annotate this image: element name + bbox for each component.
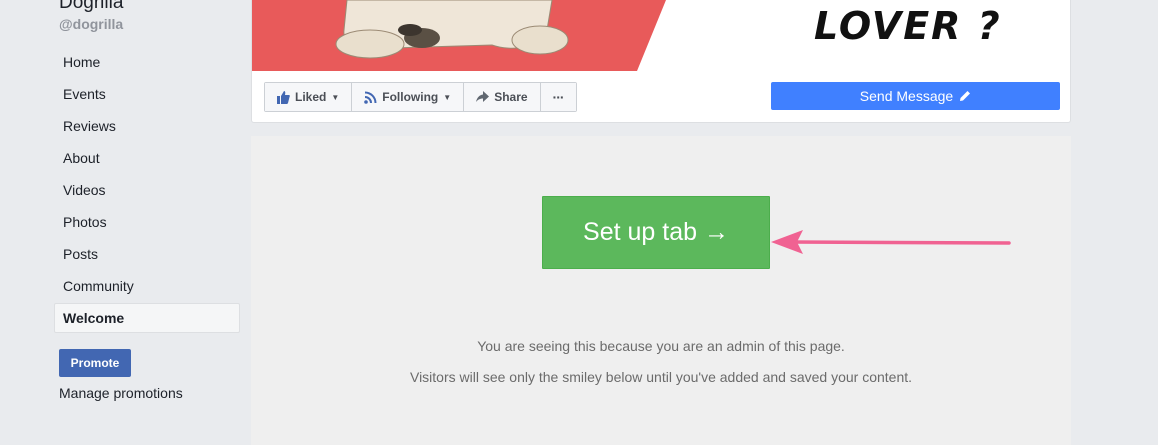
page-nav: Home Events Reviews About Videos Photos … bbox=[54, 47, 240, 335]
set-up-tab-button[interactable]: Set up tab → bbox=[542, 196, 770, 269]
manage-promotions-link[interactable]: Manage promotions bbox=[59, 385, 183, 401]
nav-item-photos[interactable]: Photos bbox=[54, 207, 240, 237]
share-arrow-icon bbox=[476, 91, 490, 102]
share-label: Share bbox=[494, 90, 528, 104]
nav-item-home[interactable]: Home bbox=[54, 47, 240, 77]
nav-item-about[interactable]: About bbox=[54, 143, 240, 173]
visitor-notice: Visitors will see only the smiley below … bbox=[409, 369, 913, 385]
thumbs-up-icon bbox=[277, 90, 290, 104]
page-header-card: LOVER ? Liked ▼ Following ▼ Share ··· Se… bbox=[251, 0, 1071, 123]
page-actions: Liked ▼ Following ▼ Share ··· bbox=[264, 82, 577, 112]
nav-item-community[interactable]: Community bbox=[54, 271, 240, 301]
page-name[interactable]: Dogrilla bbox=[59, 0, 123, 14]
admin-notice: You are seeing this because you are an a… bbox=[477, 338, 845, 354]
pointer-arrow-icon bbox=[771, 230, 1011, 254]
nav-item-reviews[interactable]: Reviews bbox=[54, 111, 240, 141]
pencil-icon bbox=[960, 91, 971, 101]
promote-button[interactable]: Promote bbox=[59, 349, 131, 377]
following-label: Following bbox=[382, 90, 439, 104]
more-options-button[interactable]: ··· bbox=[540, 83, 576, 111]
following-button[interactable]: Following ▼ bbox=[352, 83, 465, 111]
more-dots-icon: ··· bbox=[552, 89, 565, 105]
nav-item-welcome[interactable]: Welcome bbox=[54, 303, 240, 333]
welcome-tab-content: Set up tab → You are seeing this because… bbox=[251, 136, 1071, 445]
nav-item-videos[interactable]: Videos bbox=[54, 175, 240, 205]
page-handle[interactable]: @dogrilla bbox=[59, 16, 123, 32]
cover-text: LOVER ? bbox=[814, 4, 1002, 48]
liked-label: Liked bbox=[295, 90, 327, 104]
liked-button[interactable]: Liked ▼ bbox=[265, 83, 353, 111]
nav-item-posts[interactable]: Posts bbox=[54, 239, 240, 269]
caret-down-icon: ▼ bbox=[331, 92, 340, 102]
caret-down-icon: ▼ bbox=[443, 92, 452, 102]
cover-photo[interactable]: LOVER ? bbox=[252, 0, 1070, 71]
send-message-button[interactable]: Send Message bbox=[771, 82, 1060, 110]
rss-icon bbox=[364, 91, 377, 104]
send-message-label: Send Message bbox=[859, 88, 954, 104]
nav-item-events[interactable]: Events bbox=[54, 79, 240, 109]
share-button[interactable]: Share bbox=[464, 83, 541, 111]
